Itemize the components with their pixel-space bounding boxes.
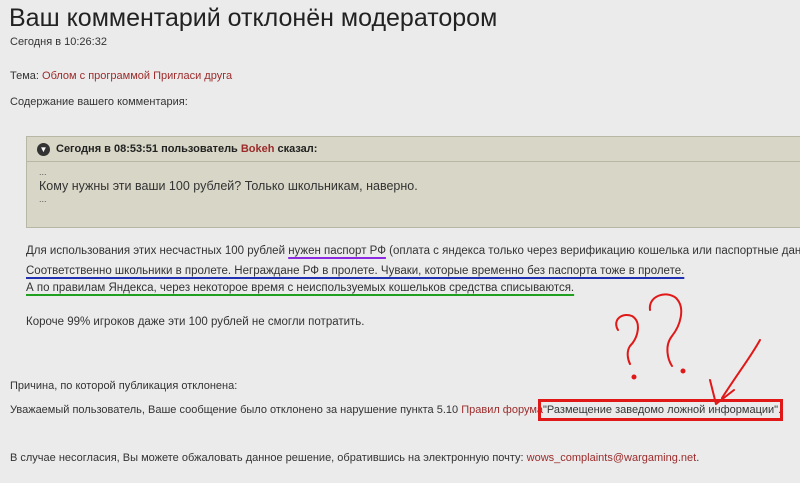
comment-p1-end: (оплата с яндекса только через верификац… xyxy=(385,245,800,257)
quote-ellipsis-bottom: ... xyxy=(39,194,47,204)
quote-prefix: Сегодня в 08:53:51 пользователь xyxy=(56,143,238,155)
reason-label: Причина, по которой публикация отклонена… xyxy=(10,380,238,392)
quote-header: ▼ Сегодня в 08:53:51 пользователь Bokeh … xyxy=(27,137,800,162)
comment-paragraph-3: А по правилам Яндекса, через некоторое в… xyxy=(26,282,574,294)
quote-suffix: сказал: xyxy=(277,143,318,155)
complaint-line: В случае несогласия, Вы можете обжаловат… xyxy=(10,452,699,464)
reason-quote-highlighted: "Размещение заведомо ложной информации" xyxy=(538,399,784,421)
reason-end: . xyxy=(778,404,782,416)
forum-rules-link[interactable]: Правил форума xyxy=(461,404,543,416)
quote-text: Кому нужны эти ваши 100 рублей? Только ш… xyxy=(39,179,418,193)
timestamp: Сегодня в 10:26:32 xyxy=(10,36,107,48)
quote-block: ▼ Сегодня в 08:53:51 пользователь Bokeh … xyxy=(26,136,800,228)
comment-paragraph-2: Соответственно школьники в пролете. Негр… xyxy=(26,265,684,277)
complaint-email-link[interactable]: wows_complaints@wargaming.net xyxy=(527,452,697,464)
chevron-down-icon[interactable]: ▼ xyxy=(37,142,50,156)
reason-text: Уважаемый пользователь, Ваше сообщение б… xyxy=(10,404,462,416)
complaint-text: В случае несогласия, Вы можете обжаловат… xyxy=(10,452,527,464)
comment-p1-underlined: нужен паспорт РФ xyxy=(288,245,386,257)
quote-body: ... Кому нужны эти ваши 100 рублей? Толь… xyxy=(27,162,800,209)
topic-label: Тема: xyxy=(10,70,39,82)
quote-author-link[interactable]: Bokeh xyxy=(241,143,275,155)
comment-p3-text: А по правилам Яндекса, через некоторое в… xyxy=(26,282,575,294)
comment-paragraph-4: Короче 99% игроков даже эти 100 рублей н… xyxy=(26,316,365,328)
complaint-end: . xyxy=(696,452,700,464)
reason-line: Уважаемый пользователь, Ваше сообщение б… xyxy=(10,399,784,421)
topic-line: Тема: Облом с программой Пригласи друга xyxy=(10,70,232,82)
comment-p1-start: Для использования этих несчастных 100 ру… xyxy=(26,245,289,257)
comment-p2-text: Соответственно школьники в пролете. Негр… xyxy=(26,265,685,277)
page-title: Ваш комментарий отклонён модератором xyxy=(9,4,498,32)
content-label: Содержание вашего комментария: xyxy=(10,96,188,108)
quote-ellipsis-top: ... xyxy=(39,167,47,177)
comment-paragraph-1: Для использования этих несчастных 100 ру… xyxy=(26,245,800,257)
topic-link[interactable]: Облом с программой Пригласи друга xyxy=(42,70,232,82)
